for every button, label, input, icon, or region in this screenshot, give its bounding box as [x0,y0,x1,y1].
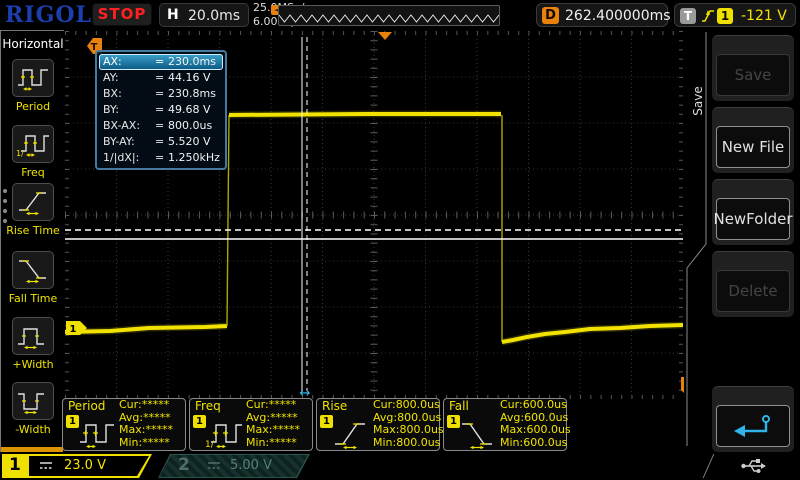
menu-item-label: -Width [15,423,51,436]
menu-item-label: Fall Time [8,292,58,305]
trigger-level-value: -121 V [741,8,787,24]
plus-width-icon [12,317,54,355]
svg-text:1/: 1/ [16,149,24,158]
measurement-values: Cur:800.0us Avg:800.0us Max:800.0us Min:… [373,398,444,449]
period-icon [12,59,54,97]
delay-label: D [542,7,559,24]
left-measure-menu: Horizontal Period 1/ Freq Rise Time Fall… [0,30,64,452]
dc-coupling-icon [208,462,220,469]
horizontal-timebase-box[interactable]: H 20.0ms [159,3,249,27]
rise-waveform-icon [335,423,365,450]
svg-text:1: 1 [70,324,77,335]
svg-text:1/: 1/ [205,440,215,450]
fall-waveform-icon [462,423,492,450]
cursor-row-ax: AX: = 230.0ms [99,54,223,70]
cursor-row-bxax: BX-AX: = 800.0us [103,119,213,132]
trigger-label: T [680,8,696,24]
cursor-row-byay: BY-AY: = 5.520 V [103,135,211,148]
measurement-values: Cur:600.0us Avg:600.0us Max:600.0us Min:… [500,398,571,449]
menu-item-label: +Width [12,358,54,371]
freq-waveform-icon: 1/ [205,424,242,450]
measurement-name: Fall [449,399,469,413]
usb-icon [741,459,766,473]
channel-status-bar: 1 23.0 V 2 5.00 V [0,452,800,480]
delay-value: 262.400000ms [565,8,671,24]
channel1-number: 1 [9,455,21,475]
top-status-bar: RIGOL STOP H 20.0ms 25.0MSa/s 6.00M pts … [0,0,800,30]
dc-coupling-icon [40,462,52,469]
trigger-box[interactable]: T 1 -121 V [674,3,796,27]
cursor-row-ay: AY: = 44.16 V [103,71,211,84]
menu-item-label: Rise Time [6,224,60,237]
measurement-values: Cur:***** Avg:***** Max:***** Min:***** [119,398,173,449]
preview-waveform [278,14,500,23]
delete-button[interactable]: Delete [712,251,794,317]
measurement-values: Cur:***** Avg:***** Max:***** Min:***** [246,398,300,449]
rigol-logo: RIGOL [5,2,92,28]
channel2-number: 2 [178,455,190,475]
new-file-button[interactable]: New File [712,107,794,173]
cursor-readout-box: AX: = 230.0ms AY: = 44.16 V BX: = 230.8ms BY: =… [95,50,227,170]
channel2-tab[interactable]: 2 5.00 V [158,454,310,478]
waveform-preview-strip[interactable] [278,5,500,26]
oscilloscope-screen: RIGOL STOP H 20.0ms 25.0MSa/s 6.00M pts … [0,0,800,480]
measurement-panel-freq[interactable]: Freq 1 1/ Cur:***** Avg:***** Max:***** … [189,398,313,451]
menu-scroll-dots [3,189,7,229]
measurement-panel-period[interactable]: Period 1 Cur:***** Avg:***** Max:***** M… [62,398,186,451]
delay-box[interactable]: D 262.400000ms [536,3,671,27]
save-button[interactable]: Save [712,35,794,101]
timebase-value: 20.0ms [188,8,241,24]
menu-item-label: Period [15,100,51,113]
period-waveform-icon [80,424,114,449]
back-button[interactable] [712,386,794,452]
rise-time-icon [12,183,54,221]
measurement-panel-rise[interactable]: Rise 1 Cur:800.0us Avg:800.0us Max:800.0… [316,398,444,451]
cursor-row-inv-dx: 1/|dX|: = 1.250kHz [103,151,220,164]
trigger-source-badge: 1 [717,8,733,24]
channel1-tab[interactable]: 1 23.0 V [2,454,152,478]
trigger-position-marker-icon[interactable] [378,32,392,40]
minus-width-icon [12,382,54,420]
measure-menu-title: Horizontal [2,37,64,51]
right-softkey-menu: Save Save New File NewFolder Delete [684,30,800,452]
measurement-name: Period [68,399,106,413]
cursor-row-bx: BX: = 230.8ms [103,87,216,100]
run-state-badge[interactable]: STOP [92,3,152,26]
fall-time-icon [12,251,54,289]
measurement-name: Rise [322,399,348,413]
return-arrow-icon [734,415,770,437]
measurement-name: Freq [195,399,221,413]
tab-divider [702,454,715,478]
channel1-scale: 23.0 V [64,458,106,473]
new-folder-button[interactable]: NewFolder [712,179,794,245]
channel2-scale: 5.00 V [230,458,272,473]
freq-icon: 1/ [12,125,54,163]
rising-edge-icon [702,10,714,22]
menu-item-label: Freq [21,166,45,179]
cursor-row-by: BY: = 49.68 V [103,103,211,116]
menu-tab-title: Save [691,86,705,116]
measurement-panel-fall[interactable]: Fall 1 Cur:600.0us Avg:600.0us Max:600.0… [443,398,571,451]
horizontal-label: H [167,7,179,23]
